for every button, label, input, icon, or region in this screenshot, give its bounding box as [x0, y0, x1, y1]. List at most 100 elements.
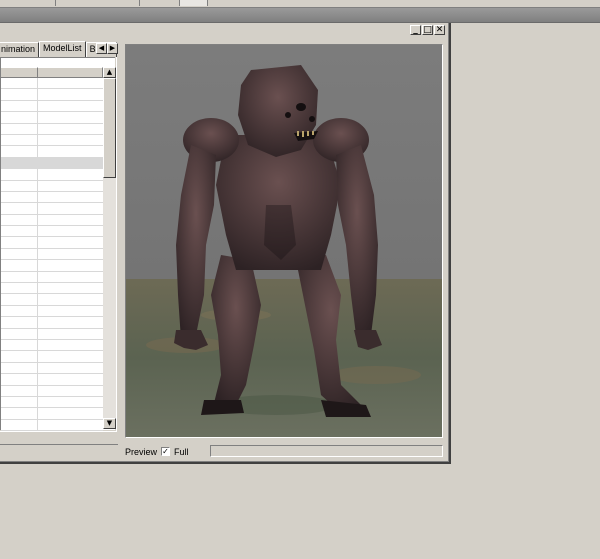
list-cell [38, 363, 103, 373]
list-item[interactable] [1, 237, 103, 249]
list-cell [1, 180, 38, 191]
list-item[interactable] [1, 351, 103, 363]
list-item[interactable] [1, 100, 103, 113]
list-cell [38, 283, 103, 293]
list-header [1, 67, 103, 78]
model-preview-viewport[interactable] [125, 44, 443, 438]
list-item[interactable] [1, 328, 103, 340]
list-item[interactable] [1, 146, 103, 158]
list-cell [1, 134, 38, 146]
list-item[interactable] [1, 294, 103, 306]
list-item[interactable] [1, 78, 103, 90]
list-cell [38, 351, 103, 361]
column-header-1[interactable] [1, 67, 38, 78]
list-item[interactable] [1, 317, 103, 329]
list-cell [1, 191, 38, 203]
model-viewer-window: _ □ ✕ nimation ModelList Blood ◀ ▶ ▲ ▼ [0, 23, 451, 464]
list-item[interactable] [1, 419, 103, 432]
list-item[interactable] [1, 283, 103, 295]
list-item[interactable] [1, 123, 103, 135]
list-cell [1, 339, 38, 351]
tab-animation[interactable]: nimation [0, 42, 40, 57]
list-item[interactable] [1, 169, 103, 181]
list-cell [38, 420, 103, 430]
list-cell [38, 260, 103, 270]
list-item[interactable] [1, 408, 103, 420]
list-cell [1, 112, 38, 123]
list-cell [38, 78, 103, 88]
list-item[interactable] [1, 385, 103, 397]
list-item[interactable] [1, 248, 103, 261]
list-cell [1, 374, 38, 385]
scroll-down-icon[interactable]: ▼ [103, 418, 116, 429]
list-vertical-scrollbar[interactable]: ▲ ▼ [103, 67, 116, 429]
list-cell [1, 419, 38, 431]
minimize-button[interactable]: _ [410, 25, 421, 35]
scroll-thumb[interactable] [103, 78, 116, 178]
list-cell [1, 271, 38, 283]
list-item[interactable] [1, 203, 103, 215]
list-item[interactable] [1, 271, 103, 284]
list-item[interactable] [1, 191, 103, 204]
list-cell [38, 146, 103, 156]
list-cell [1, 305, 38, 317]
list-item[interactable] [1, 180, 103, 192]
status-field [210, 445, 443, 457]
list-cell [38, 306, 103, 316]
list-cell [1, 157, 38, 169]
list-cell [1, 78, 38, 89]
scroll-up-icon[interactable]: ▲ [103, 67, 116, 78]
list-cell [38, 112, 103, 122]
list-cell [38, 249, 103, 259]
list-cell [38, 203, 103, 213]
toolbar-segment[interactable] [140, 0, 180, 6]
list-item[interactable] [1, 157, 103, 170]
model-list-panel: ▲ ▼ [0, 57, 117, 432]
list-cell [38, 272, 103, 282]
list-cell [1, 328, 38, 339]
close-button[interactable]: ✕ [434, 25, 445, 35]
list-cell [1, 226, 38, 237]
list-item[interactable] [1, 134, 103, 147]
tab-modellist[interactable]: ModelList [39, 41, 86, 57]
list-cell [38, 386, 103, 396]
list-item[interactable] [1, 305, 103, 318]
list-item[interactable] [1, 112, 103, 124]
toolbar-segment[interactable] [180, 0, 208, 6]
list-item[interactable] [1, 260, 103, 272]
list-cell [38, 192, 103, 202]
list-item[interactable] [1, 362, 103, 375]
list-item[interactable] [1, 339, 103, 352]
list-cell [38, 340, 103, 350]
creature-render [126, 45, 442, 437]
list-cell [1, 214, 38, 226]
tab-scroll-right-icon[interactable]: ▶ [107, 43, 118, 54]
list-cell [38, 169, 103, 179]
full-checkbox-label[interactable]: Full [174, 447, 189, 457]
list-item[interactable] [1, 374, 103, 386]
list-cell [1, 248, 38, 260]
list-cell [38, 317, 103, 327]
list-cell [1, 260, 38, 271]
list-item[interactable] [1, 89, 103, 101]
list-cell [38, 215, 103, 225]
list-item[interactable] [1, 214, 103, 227]
list-item[interactable] [1, 226, 103, 238]
list-cell [38, 181, 103, 191]
list-cell [38, 408, 103, 418]
list-cell [1, 146, 38, 157]
list-cell [38, 237, 103, 247]
tab-scroll-left-icon[interactable]: ◀ [96, 43, 107, 54]
window-controls: _ □ ✕ [410, 25, 445, 35]
toolbar-segment[interactable] [0, 0, 56, 6]
list-cell [38, 226, 103, 236]
model-list[interactable]: ▲ ▼ [0, 57, 116, 432]
list-cell [1, 100, 38, 112]
toolbar-segment[interactable] [56, 0, 140, 6]
list-cell [38, 329, 103, 339]
maximize-button[interactable]: □ [422, 25, 433, 35]
list-cell [38, 124, 103, 134]
list-item[interactable] [1, 396, 103, 409]
full-checkbox[interactable]: ✓ [161, 447, 170, 456]
column-header-2[interactable] [38, 67, 103, 78]
